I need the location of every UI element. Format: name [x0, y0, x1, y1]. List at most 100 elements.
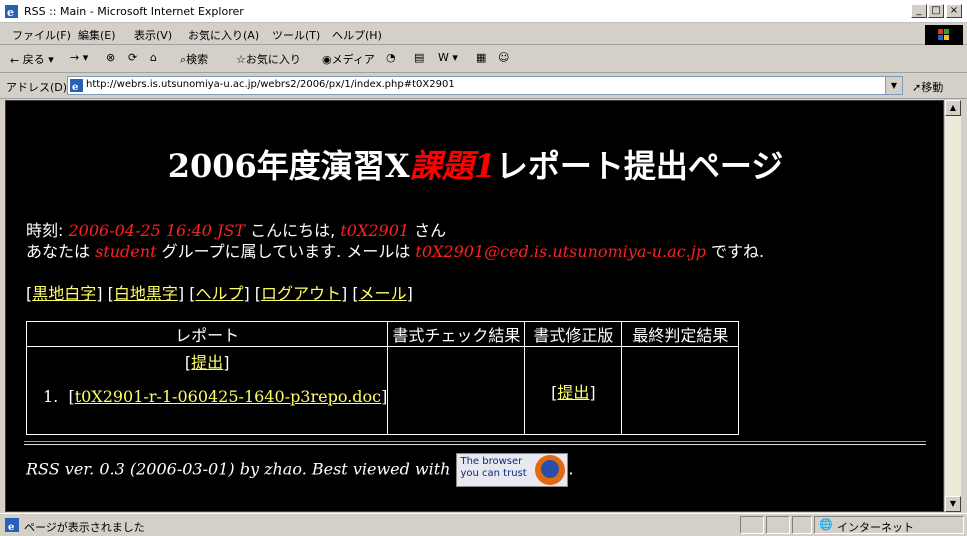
page-viewport: 2006年度演習X課題1レポート提出ページ 時刻: 2006-04-25 16:… — [5, 100, 944, 512]
refresh-icon: ⟳ — [128, 51, 138, 64]
page-title: 2006年度演習X課題1レポート提出ページ — [6, 141, 943, 187]
history-button[interactable]: ◔ — [386, 51, 396, 64]
status-bar: e ページが表示されました 🌐 インターネット — [0, 513, 967, 536]
group-text: グループに属しています. メールは — [161, 242, 411, 261]
header-corrected: 書式修正版 — [524, 321, 623, 347]
menu-tools[interactable]: ツール(T) — [272, 27, 320, 43]
firefox-badge[interactable]: The browser you can trust — [456, 453, 569, 487]
ie-icon: e — [5, 5, 18, 19]
window-title: RSS :: Main - Microsoft Internet Explore… — [24, 5, 244, 18]
status-panel-1 — [740, 516, 764, 534]
header-format-check: 書式チェック結果 — [387, 321, 526, 347]
nav-links: [黒地白字] [白地黒字] [ヘルプ] [ログアウト] [メール] — [26, 284, 413, 303]
group-line: あなたは student グループに属しています. メールは t0X2901@c… — [26, 238, 764, 262]
home-button[interactable]: ⌂ — [150, 51, 157, 64]
toolbar: ← 戻る ▾ → ▾ ⊗ ⟳ ⌂ ⌕検索 ☆お気に入り ◉メディア ◔ ▤ W … — [0, 45, 967, 73]
go-button[interactable]: ➚移動 — [912, 79, 943, 95]
address-bar: アドレス(D) e http://webrs.is.utsunomiya-u.a… — [0, 73, 967, 99]
discuss-button[interactable]: ▦ — [476, 51, 486, 64]
stop-icon: ⊗ — [106, 51, 116, 64]
menu-view[interactable]: 表示(V) — [134, 27, 172, 43]
menu-bar: ファイル(F) 編集(E) 表示(V) お気に入り(A) ツール(T) ヘルプ(… — [0, 23, 967, 45]
menu-file[interactable]: ファイル(F) — [12, 27, 71, 43]
back-arrow-icon: ← — [10, 53, 20, 67]
page-icon: e — [70, 79, 83, 92]
title-part-1: 2006年度演習X — [167, 147, 410, 185]
scroll-down-button[interactable]: ▼ — [945, 496, 961, 512]
link-white-bg[interactable]: 白地黒字 — [114, 284, 178, 303]
you-are-text: あなたは — [26, 242, 91, 261]
media-icon: ◉ — [322, 53, 332, 66]
zone-panel: 🌐 インターネット — [814, 516, 964, 534]
footer-text: RSS ver. 0.3 (2006-03-01) by zhao. Best … — [26, 459, 451, 479]
minimize-button[interactable]: _ — [911, 4, 927, 18]
discuss-icon: ▦ — [476, 51, 487, 64]
item-number: 1. — [43, 387, 59, 406]
divider — [24, 441, 926, 445]
fix-submit-link[interactable]: 提出 — [557, 383, 589, 402]
back-button[interactable]: ← 戻る ▾ — [10, 51, 54, 67]
print-button[interactable]: ▤ — [414, 51, 424, 64]
zone-text: インターネット — [837, 521, 914, 534]
report-table: レポート 書式チェック結果 書式修正版 最終判定結果 [提出] 1. [t0X2… — [25, 321, 740, 435]
vertical-scrollbar[interactable]: ▲ ▼ — [944, 100, 961, 512]
link-mail[interactable]: メール — [359, 284, 407, 303]
home-icon: ⌂ — [150, 51, 157, 64]
favorites-button[interactable]: ☆お気に入り — [236, 51, 301, 67]
submit-link[interactable]: 提出 — [191, 353, 223, 372]
status-text: ページが表示されました — [24, 521, 145, 534]
menu-help[interactable]: ヘルプ(H) — [332, 27, 382, 43]
forward-arrow-icon: → — [70, 51, 80, 64]
stop-button[interactable]: ⊗ — [106, 51, 115, 64]
header-report: レポート — [25, 321, 389, 347]
link-black-bg[interactable]: 黒地白字 — [32, 284, 96, 303]
edit-icon: W — [438, 51, 449, 64]
svg-text:e: e — [72, 82, 78, 92]
link-help[interactable]: ヘルプ — [195, 284, 243, 303]
address-label: アドレス(D) — [6, 81, 68, 94]
footer: RSS ver. 0.3 (2006-03-01) by zhao. Best … — [26, 453, 574, 487]
group-name: student — [95, 242, 157, 261]
status-panel-2 — [766, 516, 790, 534]
close-button[interactable]: × — [946, 4, 962, 18]
report-cell: [提出] 1. [t0X2901-r-1-060425-1640-p3repo.… — [25, 346, 389, 435]
closing-text: ですね. — [711, 242, 765, 261]
format-check-cell — [387, 346, 526, 435]
email-address: t0X2901@ced.is.utsunomiya-u.ac.jp — [415, 242, 706, 261]
print-icon: ▤ — [414, 51, 425, 64]
file-link[interactable]: t0X2901-r-1-060425-1640-p3repo.doc — [75, 387, 381, 406]
menu-favorites[interactable]: お気に入り(A) — [188, 27, 259, 43]
page-status-icon: e — [5, 518, 19, 532]
history-icon: ◔ — [386, 51, 396, 64]
favorites-icon: ☆ — [236, 53, 246, 66]
maximize-button[interactable]: □ — [928, 4, 944, 18]
status-panel-3 — [792, 516, 812, 534]
search-button[interactable]: ⌕検索 — [180, 51, 208, 67]
edit-button[interactable]: W ▾ — [438, 51, 458, 64]
table-header-row: レポート 書式チェック結果 書式修正版 最終判定結果 — [25, 321, 740, 347]
title-assignment: 課題1 — [409, 147, 496, 185]
globe-icon: 🌐 — [819, 518, 833, 531]
corrected-cell: [提出] — [524, 346, 623, 435]
svg-text:e: e — [7, 6, 14, 19]
refresh-button[interactable]: ⟳ — [128, 51, 137, 64]
scroll-up-button[interactable]: ▲ — [945, 100, 961, 116]
svg-text:e: e — [8, 522, 14, 532]
link-logout[interactable]: ログアウト — [261, 284, 341, 303]
address-input[interactable]: e http://webrs.is.utsunomiya-u.ac.jp/web… — [67, 76, 903, 95]
final-cell — [621, 346, 740, 435]
go-arrow-icon: ➚ — [912, 81, 922, 94]
header-final: 最終判定結果 — [621, 321, 740, 347]
forward-button[interactable]: → ▾ — [70, 51, 88, 64]
address-url: http://webrs.is.utsunomiya-u.ac.jp/webrs… — [86, 79, 455, 90]
badge-text: The browser you can trust — [460, 456, 527, 479]
file-item: 1. [t0X2901-r-1-060425-1640-p3repo.doc] — [43, 387, 388, 406]
menu-edit[interactable]: 編集(E) — [78, 27, 116, 43]
media-button[interactable]: ◉メディア — [322, 51, 375, 67]
table-row: [提出] 1. [t0X2901-r-1-060425-1640-p3repo.… — [25, 346, 740, 435]
messenger-button[interactable]: ☺ — [498, 51, 509, 64]
address-dropdown-button[interactable]: ▼ — [885, 77, 902, 94]
windows-logo-icon — [925, 25, 963, 45]
title-bar: e RSS :: Main - Microsoft Internet Explo… — [0, 0, 967, 23]
messenger-icon: ☺ — [498, 51, 510, 64]
